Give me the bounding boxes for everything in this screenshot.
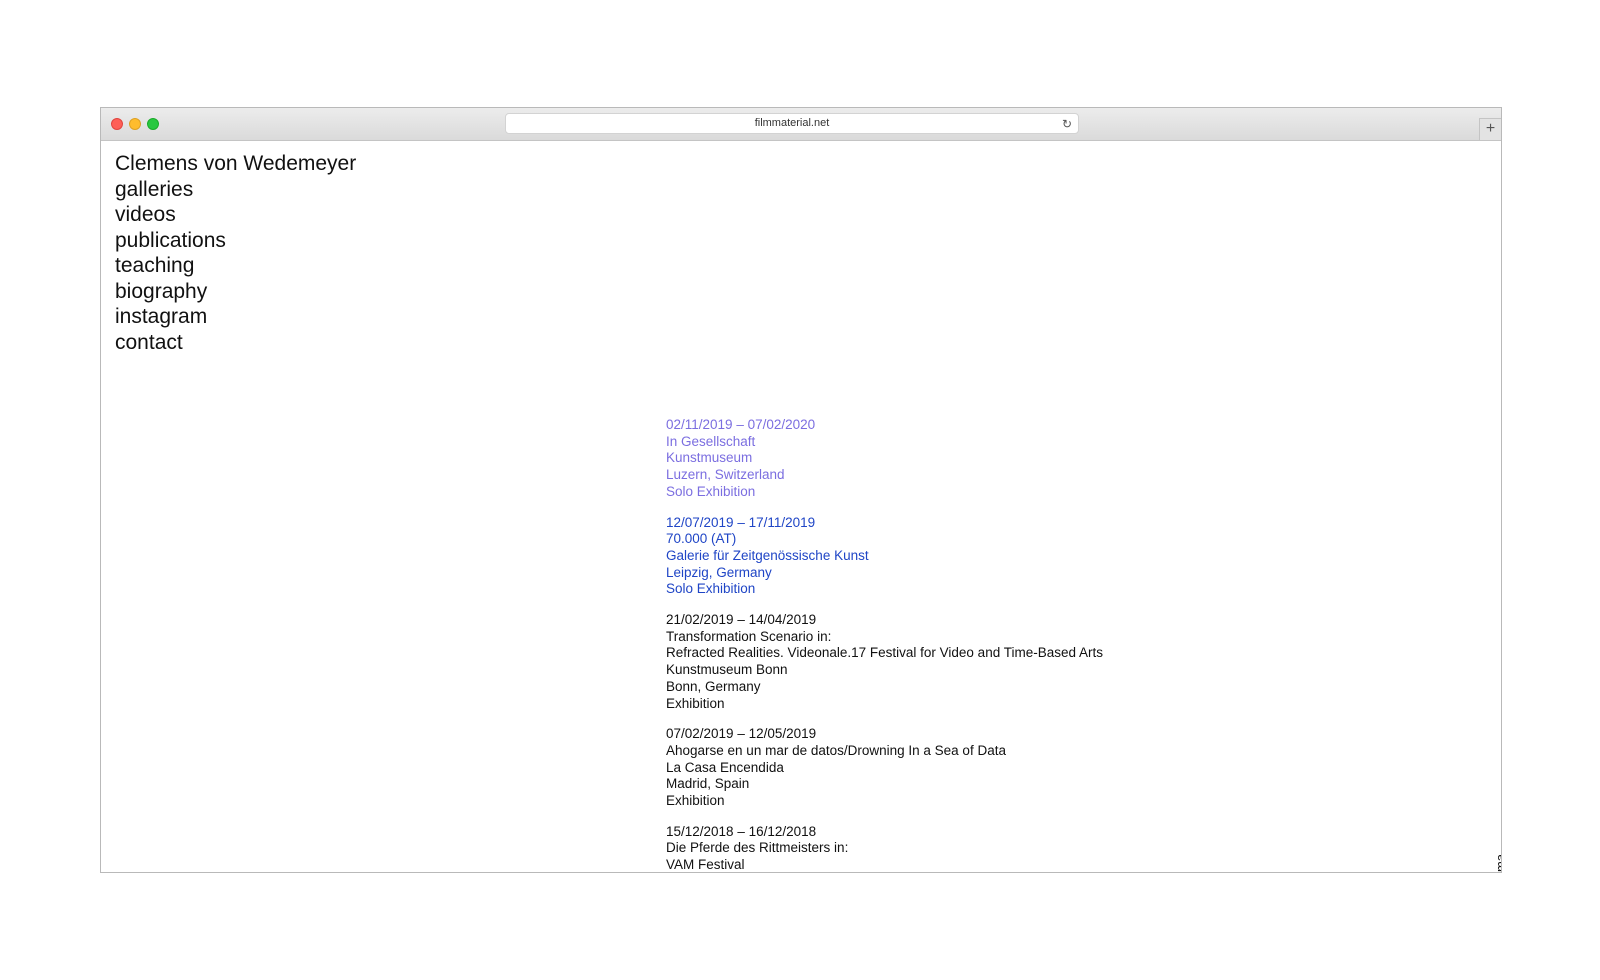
- entry-line: La Casa Encendida: [666, 759, 784, 775]
- entry-line: Leipzig, Germany: [666, 564, 772, 580]
- entry-dates: 12/07/2019 – 17/11/2019: [666, 514, 816, 530]
- entry-line: Madrid, Spain: [666, 776, 750, 792]
- entry-line: Bonn, Germany: [666, 678, 761, 694]
- address-bar[interactable]: filmmaterial.net ↻: [505, 113, 1079, 134]
- entry-line: Die Pferde des Rittmeisters in:: [666, 840, 849, 856]
- new-tab-button[interactable]: +: [1479, 118, 1501, 140]
- exhibition-entry[interactable]: 07/02/2019 – 12/05/2019 Ahogarse en un m…: [666, 726, 1103, 810]
- browser-titlebar: filmmaterial.net ↻ +: [101, 108, 1501, 141]
- entry-dates: 21/02/2019 – 14/04/2019: [666, 612, 817, 628]
- entry-line: Transformation Scenario in:: [666, 628, 832, 644]
- nav-item-galleries[interactable]: galleries: [115, 177, 356, 203]
- entry-dates: 15/12/2018 – 16/12/2018: [666, 823, 817, 839]
- url-text: filmmaterial.net: [754, 117, 830, 129]
- nav-item-videos[interactable]: videos: [115, 202, 356, 228]
- entry-line: Luzern, Switzerland: [666, 467, 785, 483]
- entry-line: Exhibition: [666, 793, 725, 809]
- entry-line: Solo Exhibition: [666, 483, 756, 499]
- site-title-link[interactable]: Clemens von Wedemeyer: [115, 151, 356, 177]
- entry-line: Solo Exhibition: [666, 581, 756, 597]
- entry-line: 70.000 (AT): [666, 531, 737, 547]
- entry-line: Kunstmuseum Bonn: [666, 662, 788, 678]
- page-content: Clemens von Wedemeyer galleries videos p…: [101, 141, 1501, 872]
- browser-window: filmmaterial.net ↻ + Clemens von Wedemey…: [100, 107, 1502, 873]
- nav-item-instagram[interactable]: instagram: [115, 304, 356, 330]
- entry-line: VAM Festival: [666, 857, 745, 873]
- nav-item-contact[interactable]: contact: [115, 330, 356, 356]
- exhibition-entry[interactable]: 02/11/2019 – 07/02/2020 In Gesellschaft …: [666, 417, 1103, 501]
- entry-line: In Gesellschaft: [666, 433, 756, 449]
- nav-item-teaching[interactable]: teaching: [115, 253, 356, 279]
- minimize-window-button[interactable]: [129, 118, 141, 130]
- entry-line: Exhibition: [666, 695, 725, 711]
- main-nav: Clemens von Wedemeyer galleries videos p…: [115, 151, 356, 355]
- imprint-cinema-link[interactable]: imprint / cinema: [1493, 854, 1501, 872]
- exhibition-list: 02/11/2019 – 07/02/2020 In Gesellschaft …: [666, 417, 1103, 873]
- entry-line: Refracted Realities. Videonale.17 Festiv…: [666, 645, 1103, 661]
- zoom-window-button[interactable]: [147, 118, 159, 130]
- reload-icon[interactable]: ↻: [1062, 115, 1072, 134]
- close-window-button[interactable]: [111, 118, 123, 130]
- entry-dates: 02/11/2019 – 07/02/2020: [666, 417, 816, 432]
- entry-dates: 07/02/2019 – 12/05/2019: [666, 726, 817, 742]
- entry-line: Ahogarse en un mar de datos/Drowning In …: [666, 742, 1006, 758]
- exhibition-entry[interactable]: 21/02/2019 – 14/04/2019 Transformation S…: [666, 612, 1103, 712]
- exhibition-entry[interactable]: 12/07/2019 – 17/11/2019 70.000 (AT) Gale…: [666, 515, 1103, 599]
- nav-item-publications[interactable]: publications: [115, 228, 356, 254]
- nav-item-biography[interactable]: biography: [115, 279, 356, 305]
- exhibition-entry[interactable]: 15/12/2018 – 16/12/2018 Die Pferde des R…: [666, 823, 1103, 873]
- entry-line: Galerie für Zeitgenössische Kunst: [666, 547, 869, 563]
- entry-line: Kunstmuseum: [666, 450, 753, 466]
